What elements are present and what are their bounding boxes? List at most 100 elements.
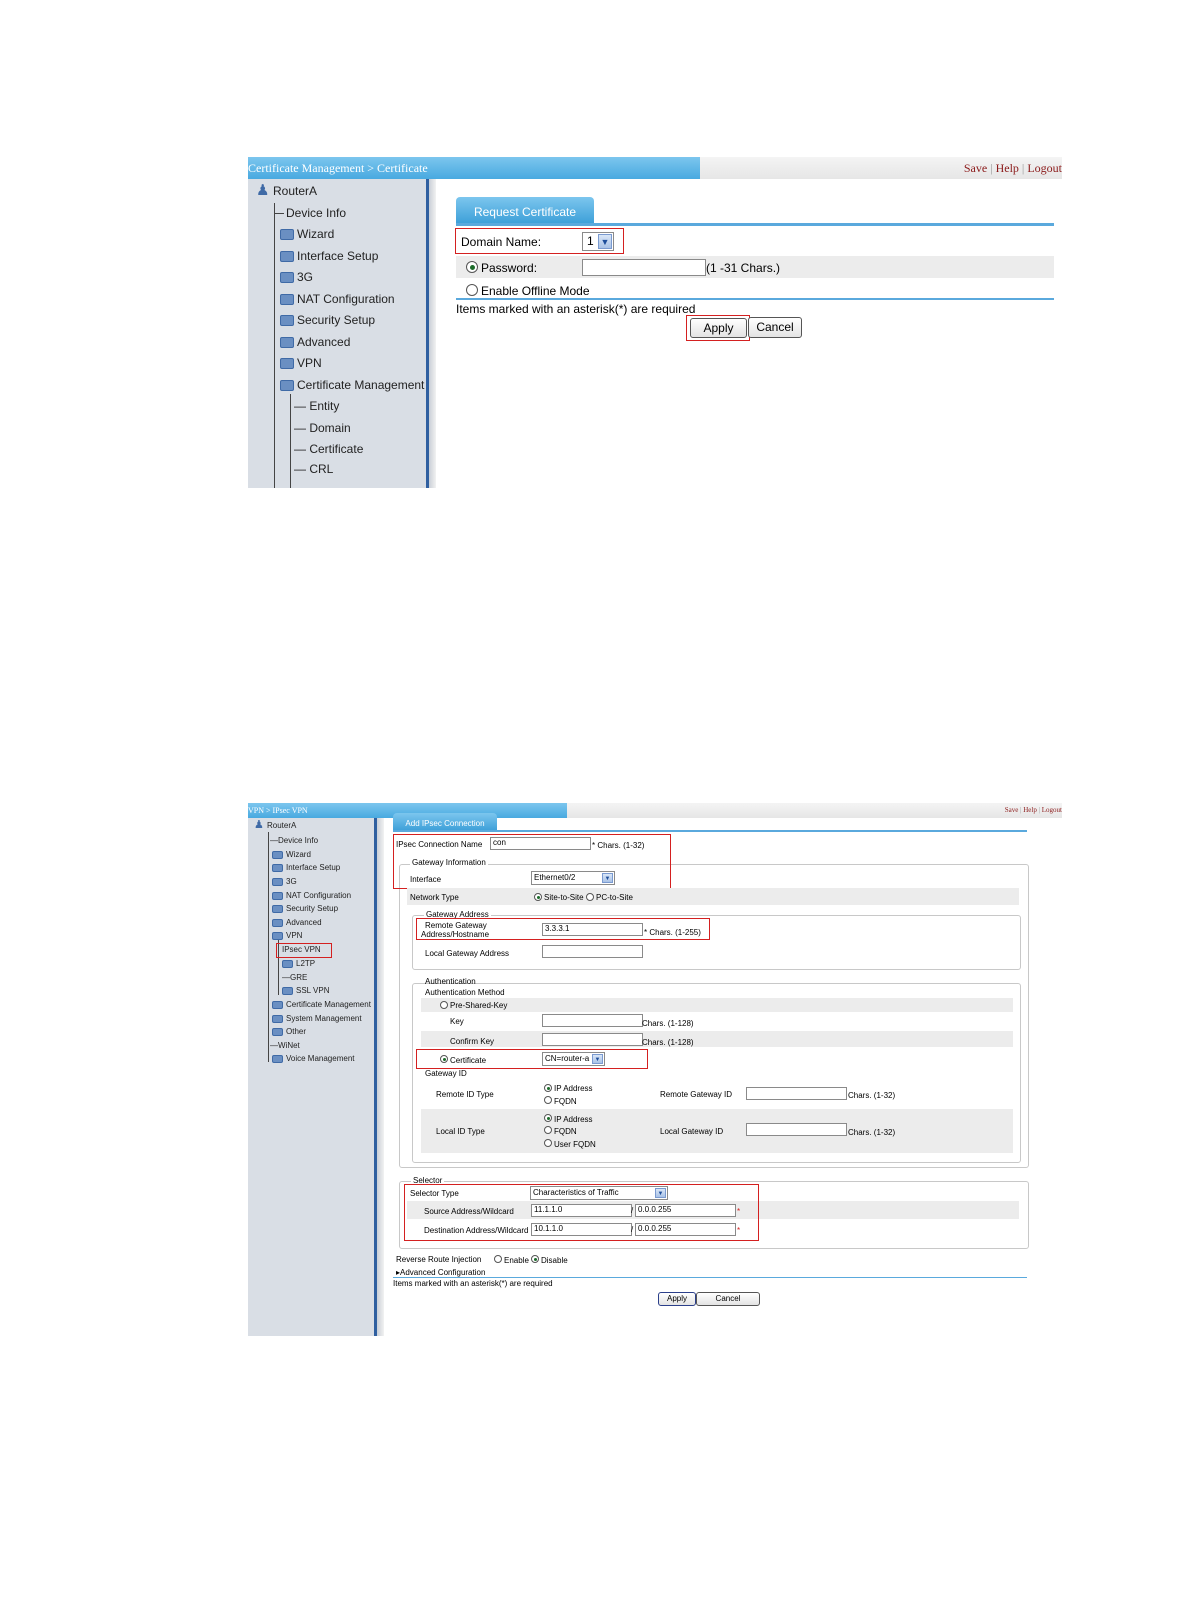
folder-icon bbox=[280, 294, 294, 306]
advanced-config-toggle[interactable]: ▸Advanced Configuration bbox=[396, 1268, 485, 1277]
logout-link[interactable]: Logout bbox=[1042, 806, 1062, 814]
remote-gw-label-2: Address/Hostname bbox=[421, 930, 490, 939]
key-label: Key bbox=[450, 1017, 464, 1026]
local-ip-address-radio[interactable] bbox=[544, 1114, 552, 1122]
certificate-select[interactable]: CN=router-a ▼ bbox=[542, 1052, 605, 1066]
dest-address-input[interactable]: 10.1.1.0 bbox=[531, 1223, 632, 1236]
password-radio[interactable] bbox=[466, 261, 478, 273]
local-id-type-label: Local ID Type bbox=[436, 1127, 485, 1136]
rri-enable-radio[interactable] bbox=[494, 1255, 502, 1263]
sidebar-item-3g[interactable]: 3G bbox=[272, 877, 297, 886]
apply-button[interactable]: Apply bbox=[690, 318, 747, 338]
slash-label: / bbox=[631, 1225, 634, 1234]
router-icon: ♟ bbox=[256, 182, 270, 199]
tab-request-certificate[interactable]: Request Certificate bbox=[456, 197, 594, 224]
sidebar-item-device-info[interactable]: —Device Info bbox=[270, 836, 318, 845]
sidebar-item-voice-management[interactable]: Voice Management bbox=[272, 1054, 355, 1063]
pc-to-site-label: PC-to-Site bbox=[596, 893, 633, 902]
slash-label: / bbox=[631, 1206, 634, 1215]
sidebar-item-advanced[interactable]: Advanced bbox=[272, 918, 322, 927]
cancel-button[interactable]: Cancel bbox=[696, 1292, 760, 1306]
tab-add-ipsec-connection[interactable]: Add IPsec Connection bbox=[393, 813, 497, 831]
sidebar-item-l2tp[interactable]: L2TP bbox=[282, 959, 315, 968]
sidebar-item-interface-setup[interactable]: Interface Setup bbox=[280, 249, 378, 263]
ipsec-screenshot: VPN > IPsec VPN Save | Help | Logout ♟ R… bbox=[248, 803, 1062, 1336]
save-link[interactable]: Save bbox=[964, 161, 987, 175]
selector-type-select[interactable]: Characteristics of Traffic ▼ bbox=[530, 1186, 668, 1200]
password-hint: (1 -31 Chars.) bbox=[706, 261, 781, 275]
top-links: Save | Help | Logout bbox=[963, 161, 1062, 175]
remote-fqdn-radio[interactable] bbox=[544, 1096, 552, 1104]
rri-label: Reverse Route Injection bbox=[396, 1255, 482, 1264]
password-input[interactable] bbox=[582, 259, 706, 276]
sidebar-item-device-info[interactable]: Device Info bbox=[286, 206, 346, 220]
conn-name-input[interactable]: con bbox=[490, 837, 591, 850]
domain-name-select[interactable]: 1 ▼ bbox=[582, 232, 614, 251]
cancel-button[interactable]: Cancel bbox=[748, 317, 802, 338]
offline-mode-radio[interactable] bbox=[466, 284, 478, 296]
sidebar-item-security[interactable]: Security Setup bbox=[280, 313, 375, 327]
sidebar-item-nat[interactable]: NAT Configuration bbox=[272, 891, 351, 900]
sidebar-root[interactable]: RouterA bbox=[267, 821, 296, 830]
local-gw-input[interactable] bbox=[542, 945, 643, 958]
sidebar-sub-certificate[interactable]: — Certificate bbox=[294, 442, 363, 456]
source-address-input[interactable]: 11.1.1.0 bbox=[531, 1204, 632, 1217]
sidebar-item-other[interactable]: Other bbox=[272, 1027, 306, 1036]
folder-open-icon bbox=[272, 931, 283, 940]
folder-icon bbox=[280, 229, 294, 241]
logout-link[interactable]: Logout bbox=[1027, 161, 1062, 175]
remote-ip-address-radio[interactable] bbox=[544, 1084, 552, 1092]
save-link[interactable]: Save bbox=[1005, 806, 1019, 814]
sidebar-item-certificate-management[interactable]: Certificate Management bbox=[280, 378, 424, 392]
sidebar-item-advanced[interactable]: Advanced bbox=[280, 335, 350, 349]
sidebar-item-wizard[interactable]: Wizard bbox=[272, 850, 311, 859]
certificate-radio[interactable] bbox=[440, 1055, 448, 1063]
key-input[interactable] bbox=[542, 1014, 643, 1027]
dest-wildcard-input[interactable]: 0.0.0.255 bbox=[635, 1223, 736, 1236]
sidebar-item-vpn[interactable]: VPN bbox=[280, 356, 322, 370]
apply-button[interactable]: Apply bbox=[658, 1292, 696, 1306]
sidebar-item-vpn[interactable]: VPN bbox=[272, 931, 302, 940]
required-note: Items marked with an asterisk(*) are req… bbox=[456, 302, 696, 316]
chevron-down-icon: ▼ bbox=[655, 1188, 666, 1198]
sidebar-sub-domain[interactable]: — Domain bbox=[294, 421, 351, 435]
pre-shared-key-radio[interactable] bbox=[440, 1001, 448, 1009]
folder-icon bbox=[280, 272, 294, 284]
remote-gw-id-input[interactable] bbox=[746, 1087, 847, 1100]
local-gw-id-input[interactable] bbox=[746, 1123, 847, 1136]
sidebar-root[interactable]: RouterA bbox=[273, 184, 317, 198]
source-wildcard-input[interactable]: 0.0.0.255 bbox=[635, 1204, 736, 1217]
sidebar-item-3g[interactable]: 3G bbox=[280, 270, 313, 284]
sidebar-item-nat[interactable]: NAT Configuration bbox=[280, 292, 395, 306]
source-label: Source Address/Wildcard bbox=[424, 1207, 514, 1216]
pre-shared-key-label: Pre-Shared-Key bbox=[450, 1001, 508, 1010]
sidebar-sub-crl[interactable]: — CRL bbox=[294, 462, 333, 476]
sidebar-sub-entity[interactable]: — Entity bbox=[294, 399, 339, 413]
help-link[interactable]: Help bbox=[1023, 806, 1037, 814]
folder-icon bbox=[272, 904, 283, 913]
sidebar-item-ssl-vpn[interactable]: SSL VPN bbox=[282, 986, 330, 995]
site-to-site-radio[interactable] bbox=[534, 893, 542, 901]
rri-disable-radio[interactable] bbox=[531, 1255, 539, 1263]
interface-select[interactable]: Ethernet0/2 ▼ bbox=[531, 871, 615, 885]
gateway-information-legend: Gateway Information bbox=[410, 858, 488, 867]
dest-label: Destination Address/Wildcard bbox=[424, 1226, 529, 1235]
local-fqdn-radio[interactable] bbox=[544, 1126, 552, 1134]
auth-method-label: Authentication Method bbox=[425, 988, 505, 997]
sidebar-item-system-management[interactable]: System Management bbox=[272, 1014, 362, 1023]
remote-gw-input[interactable]: 3.3.3.1 bbox=[542, 923, 643, 936]
pc-to-site-radio[interactable] bbox=[586, 893, 594, 901]
sidebar-item-security[interactable]: Security Setup bbox=[272, 904, 338, 913]
sidebar-item-gre[interactable]: —GRE bbox=[282, 973, 307, 982]
rri-disable-label: Disable bbox=[541, 1256, 568, 1265]
confirm-key-input[interactable] bbox=[542, 1033, 643, 1046]
sidebar-item-ipsec-vpn[interactable]: IPsec VPN bbox=[282, 945, 321, 954]
local-user-fqdn-radio[interactable] bbox=[544, 1139, 552, 1147]
required-note: Items marked with an asterisk(*) are req… bbox=[393, 1279, 553, 1288]
sidebar-item-interface-setup[interactable]: Interface Setup bbox=[272, 863, 340, 872]
gateway-address-legend: Gateway Address bbox=[424, 910, 491, 919]
sidebar-item-certificate-management[interactable]: Certificate Management bbox=[272, 1000, 371, 1009]
sidebar-item-wizard[interactable]: Wizard bbox=[280, 227, 334, 241]
sidebar-item-winet[interactable]: —WiNet bbox=[270, 1041, 300, 1050]
help-link[interactable]: Help bbox=[996, 161, 1019, 175]
